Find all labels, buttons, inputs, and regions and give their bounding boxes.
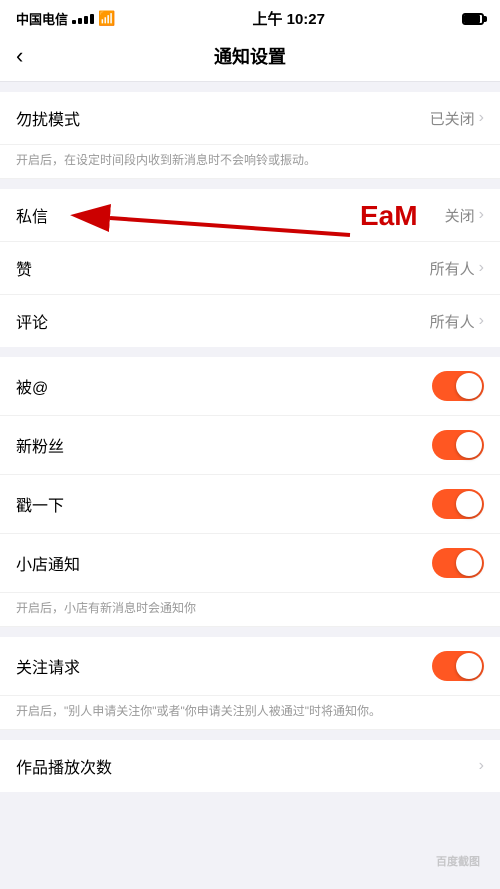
follow-request-label: 关注请求 — [16, 654, 80, 678]
new-fans-label: 新粉丝 — [16, 433, 64, 457]
toggle-thumb — [456, 373, 482, 399]
poke-item[interactable]: 戳一下 — [0, 475, 500, 534]
signal-bar-2 — [78, 18, 82, 24]
do-not-disturb-item[interactable]: 勿扰模式 已关闭 › — [0, 92, 500, 145]
chevron-icon: › — [479, 109, 484, 127]
wifi-icon: 📶 — [98, 10, 115, 27]
signal-bar-3 — [84, 16, 88, 24]
watermark: 百度截图 — [436, 853, 480, 869]
play-count-item[interactable]: 作品播放次数 › — [0, 740, 500, 792]
play-count-label: 作品播放次数 — [16, 754, 112, 778]
do-not-disturb-label: 勿扰模式 — [16, 106, 80, 130]
like-label: 赞 — [16, 256, 32, 280]
like-value: 所有人 › — [430, 258, 484, 279]
signal-bar-1 — [72, 20, 76, 24]
battery-icon — [462, 13, 484, 25]
status-right — [462, 13, 484, 25]
battery-fill — [464, 15, 480, 23]
toggle-thumb — [456, 653, 482, 679]
private-message-item[interactable]: 私信 关闭 › — [0, 189, 500, 242]
privacy-section: 私信 关闭 › 赞 所有人 › 评论 所有人 › — [0, 189, 500, 347]
new-fans-item[interactable]: 新粉丝 — [0, 416, 500, 475]
private-message-label: 私信 — [16, 203, 48, 227]
comment-item[interactable]: 评论 所有人 › — [0, 295, 500, 347]
comment-label: 评论 — [16, 309, 48, 333]
play-count-section: 作品播放次数 › — [0, 740, 500, 792]
at-mention-item[interactable]: 被@ — [0, 357, 500, 416]
do-not-disturb-value: 已关闭 › — [430, 108, 484, 129]
comment-value: 所有人 › — [430, 311, 484, 332]
signal-bar-4 — [90, 14, 94, 24]
nav-bar: ‹ 通知设置 — [0, 33, 500, 82]
status-bar: 中国电信 📶 上午 10:27 — [0, 0, 500, 33]
chevron-icon: › — [479, 757, 484, 775]
chevron-icon: › — [479, 312, 484, 330]
do-not-disturb-hint: 开启后，在设定时间段内收到新消息时不会响铃或振动。 — [0, 145, 500, 179]
follow-request-section: 关注请求 开启后，"别人申请关注你"或者"你申请关注别人被通过"时将通知你。 — [0, 637, 500, 730]
play-count-value: › — [479, 757, 484, 775]
toggle-thumb — [456, 550, 482, 576]
follow-request-item[interactable]: 关注请求 — [0, 637, 500, 696]
page-title: 通知设置 — [214, 43, 286, 69]
shop-notice-label: 小店通知 — [16, 551, 80, 575]
toggle-thumb — [456, 432, 482, 458]
follow-request-toggle[interactable] — [432, 651, 484, 681]
poke-toggle[interactable] — [432, 489, 484, 519]
at-mention-toggle[interactable] — [432, 371, 484, 401]
status-time: 上午 10:27 — [252, 8, 325, 29]
toggle-section: 被@ 新粉丝 戳一下 小店通知 开启后，小店有新消息时会通知你 — [0, 357, 500, 627]
shop-notice-toggle[interactable] — [432, 548, 484, 578]
shop-notice-hint: 开启后，小店有新消息时会通知你 — [0, 593, 500, 627]
do-not-disturb-section: 勿扰模式 已关闭 › 开启后，在设定时间段内收到新消息时不会响铃或振动。 — [0, 92, 500, 179]
signal-bars — [72, 14, 94, 24]
follow-request-hint: 开启后，"别人申请关注你"或者"你申请关注别人被通过"时将通知你。 — [0, 696, 500, 730]
chevron-icon: › — [479, 206, 484, 224]
poke-label: 戳一下 — [16, 492, 64, 516]
like-item[interactable]: 赞 所有人 › — [0, 242, 500, 295]
chevron-icon: › — [479, 259, 484, 277]
private-message-value: 关闭 › — [445, 205, 484, 226]
shop-notice-item[interactable]: 小店通知 — [0, 534, 500, 593]
at-mention-label: 被@ — [16, 374, 48, 398]
status-left: 中国电信 📶 — [16, 9, 115, 28]
back-button[interactable]: ‹ — [16, 43, 23, 69]
new-fans-toggle[interactable] — [432, 430, 484, 460]
toggle-thumb — [456, 491, 482, 517]
carrier-label: 中国电信 — [16, 9, 68, 28]
